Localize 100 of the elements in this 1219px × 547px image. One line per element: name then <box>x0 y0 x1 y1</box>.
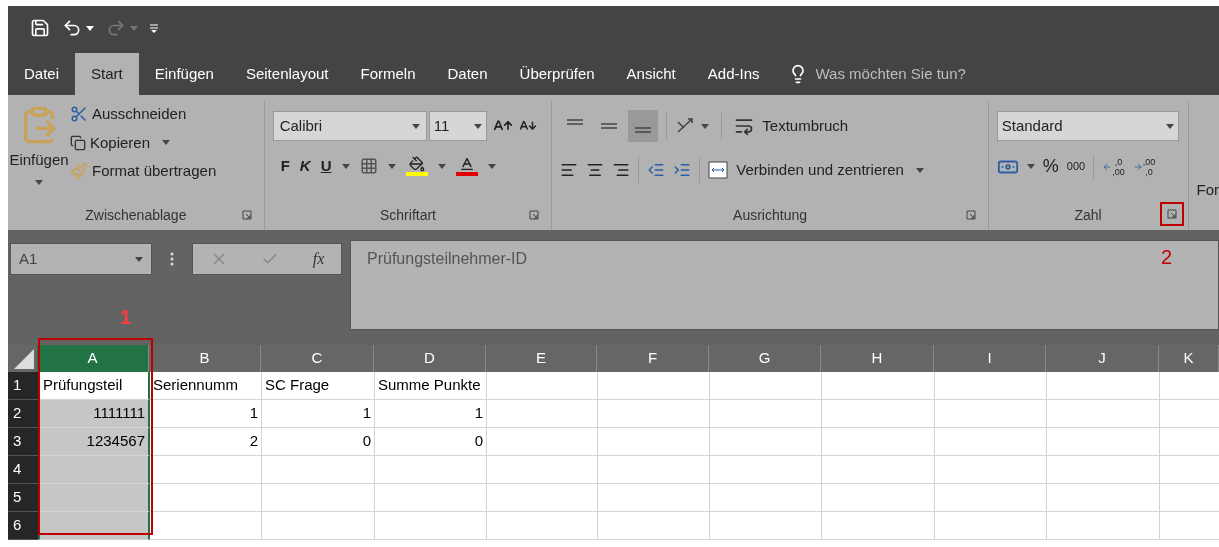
group-title: Ausrichtung <box>733 205 807 225</box>
name-box[interactable]: A1 <box>10 243 152 275</box>
merge-center-button[interactable]: Verbinden und zentrieren <box>708 158 904 182</box>
caret-icon[interactable] <box>387 163 396 169</box>
align-center-icon[interactable] <box>586 161 605 179</box>
paintbrush-icon <box>70 162 88 181</box>
align-lines-icon <box>566 119 585 125</box>
group-title: Zwischenablage <box>85 205 187 225</box>
dialog-launcher-icon[interactable] <box>529 210 540 220</box>
bold-button[interactable]: F <box>280 155 290 178</box>
align-lines-icon <box>634 127 653 133</box>
table-cell[interactable]: 0 <box>262 428 375 456</box>
table-cell[interactable]: 1234567 <box>38 428 150 456</box>
caret-icon[interactable] <box>135 256 143 262</box>
row-header[interactable]: 1 <box>8 372 38 400</box>
borders-icon[interactable] <box>359 157 378 176</box>
annotation-number: 1 <box>120 305 132 330</box>
caret-icon[interactable] <box>915 167 924 173</box>
ribbon-tab[interactable]: Formeln <box>344 53 432 95</box>
select-all-icon[interactable] <box>14 349 34 369</box>
undo-icon[interactable] <box>62 18 82 38</box>
ribbon-tab[interactable]: Ansicht <box>610 53 692 95</box>
font-size-field[interactable]: 11 <box>428 111 487 141</box>
table-cell[interactable]: 1 <box>375 400 487 428</box>
caret-icon[interactable] <box>487 163 496 169</box>
wrap-text-icon <box>734 116 755 136</box>
table-cell[interactable]: Prüfungsteil <box>38 372 150 400</box>
arrow-right-icon <box>1132 161 1143 172</box>
group-title: Schriftart <box>380 205 436 225</box>
underline-button[interactable]: U <box>320 155 332 178</box>
dialog-launcher-icon[interactable] <box>1166 209 1177 219</box>
row-header[interactable]: 5 <box>8 484 38 512</box>
row-header[interactable]: 2 <box>8 400 38 428</box>
increase-indent-icon[interactable] <box>673 161 692 179</box>
thousands-button[interactable]: 000 <box>1066 158 1086 175</box>
number-format-field[interactable]: Standard <box>996 111 1179 141</box>
ribbon-tab[interactable]: Seitenlayout <box>229 53 345 95</box>
ribbon-tab[interactable]: Start <box>75 53 139 95</box>
table-cell[interactable] <box>38 512 150 540</box>
format-painter-button[interactable]: Format übertragen <box>70 160 217 183</box>
decrease-indent-icon[interactable] <box>647 161 666 179</box>
fill-color-icon[interactable] <box>405 156 428 177</box>
ribbon-tab[interactable]: Add-Ins <box>691 53 776 95</box>
font-color-icon[interactable] <box>455 156 478 177</box>
scissors-icon <box>70 105 88 124</box>
group-title: Zahl <box>1074 205 1102 225</box>
italic-button[interactable]: K <box>299 155 311 178</box>
more-options-icon[interactable] <box>170 252 174 266</box>
ribbon-tab[interactable]: Datei <box>8 53 76 95</box>
row-header[interactable]: 3 <box>8 428 38 456</box>
caret-icon[interactable] <box>701 123 710 129</box>
table-cell[interactable]: Summe Punkte <box>375 372 487 400</box>
increase-decimal-button[interactable]: ,0 ,00 <box>1102 156 1125 177</box>
caret-icon[interactable] <box>473 123 482 129</box>
paste-button[interactable]: Einfügen <box>9 149 69 172</box>
customize-toolbar-icon[interactable] <box>150 23 158 33</box>
table-cell[interactable]: 2 <box>150 428 262 456</box>
caret-icon[interactable] <box>162 140 171 146</box>
merge-cells-icon <box>708 161 729 179</box>
align-left-icon[interactable] <box>560 161 579 179</box>
caret-icon[interactable] <box>411 123 420 129</box>
caret-icon[interactable] <box>437 163 446 169</box>
ribbon-tab[interactable]: Einfügen <box>138 53 230 95</box>
wrap-text-button[interactable]: Textumbruch <box>734 114 849 138</box>
percent-button[interactable]: % <box>1042 153 1059 180</box>
table-cell[interactable]: Seriennumm <box>150 372 262 400</box>
align-right-icon[interactable] <box>612 161 631 179</box>
font-name-field[interactable]: Calibri <box>272 111 427 141</box>
caret-icon[interactable] <box>1165 123 1174 129</box>
ribbon-tab[interactable]: Daten <box>431 53 504 95</box>
align-lines-icon <box>600 123 619 129</box>
dialog-launcher-icon[interactable] <box>241 210 252 220</box>
column-header[interactable]: A <box>37 345 149 372</box>
dialog-launcher-icon[interactable] <box>965 210 976 220</box>
row-header[interactable]: 4 <box>8 456 38 484</box>
arrow-left-icon <box>1102 161 1113 172</box>
table-cell[interactable] <box>38 456 150 484</box>
table-cell[interactable]: 0 <box>375 428 487 456</box>
table-cell[interactable]: SC Frage <box>262 372 375 400</box>
redo-icon[interactable] <box>106 18 126 38</box>
save-icon[interactable] <box>30 18 50 38</box>
cut-button[interactable]: Ausschneiden <box>70 103 217 126</box>
table-cell[interactable]: 1 <box>262 400 375 428</box>
insert-function-button[interactable]: fx <box>312 247 325 271</box>
copy-button[interactable]: Kopieren <box>70 131 151 154</box>
caret-icon[interactable] <box>341 163 350 169</box>
decrease-decimal-button[interactable]: ,00 ,0 <box>1132 156 1156 177</box>
table-cell[interactable]: 1 <box>150 400 262 428</box>
vertical-align-button[interactable] <box>628 110 659 142</box>
group-title: For <box>1196 180 1219 201</box>
caret-icon[interactable] <box>1026 164 1035 169</box>
caret-icon[interactable] <box>35 179 43 185</box>
caret-icon[interactable] <box>86 25 94 31</box>
tell-me-field[interactable]: Was möchten Sie tun? <box>815 62 1016 86</box>
table-cell[interactable]: 1111111 <box>38 400 150 428</box>
annotation-number: 2 <box>1161 245 1173 270</box>
ribbon-tab[interactable]: Überprüfen <box>503 53 611 95</box>
row-header[interactable]: 6 <box>8 512 38 540</box>
copy-icon <box>70 134 86 151</box>
table-cell[interactable] <box>38 484 150 512</box>
